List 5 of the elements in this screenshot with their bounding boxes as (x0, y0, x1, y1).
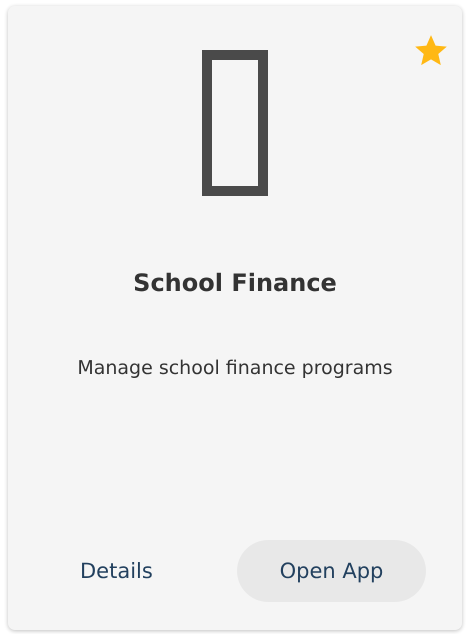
rectangle-icon (202, 50, 268, 196)
app-description: Manage school finance programs (77, 356, 393, 381)
app-title: School Finance (133, 268, 337, 298)
details-link[interactable]: Details (68, 559, 165, 583)
open-app-button[interactable]: Open App (237, 540, 426, 602)
